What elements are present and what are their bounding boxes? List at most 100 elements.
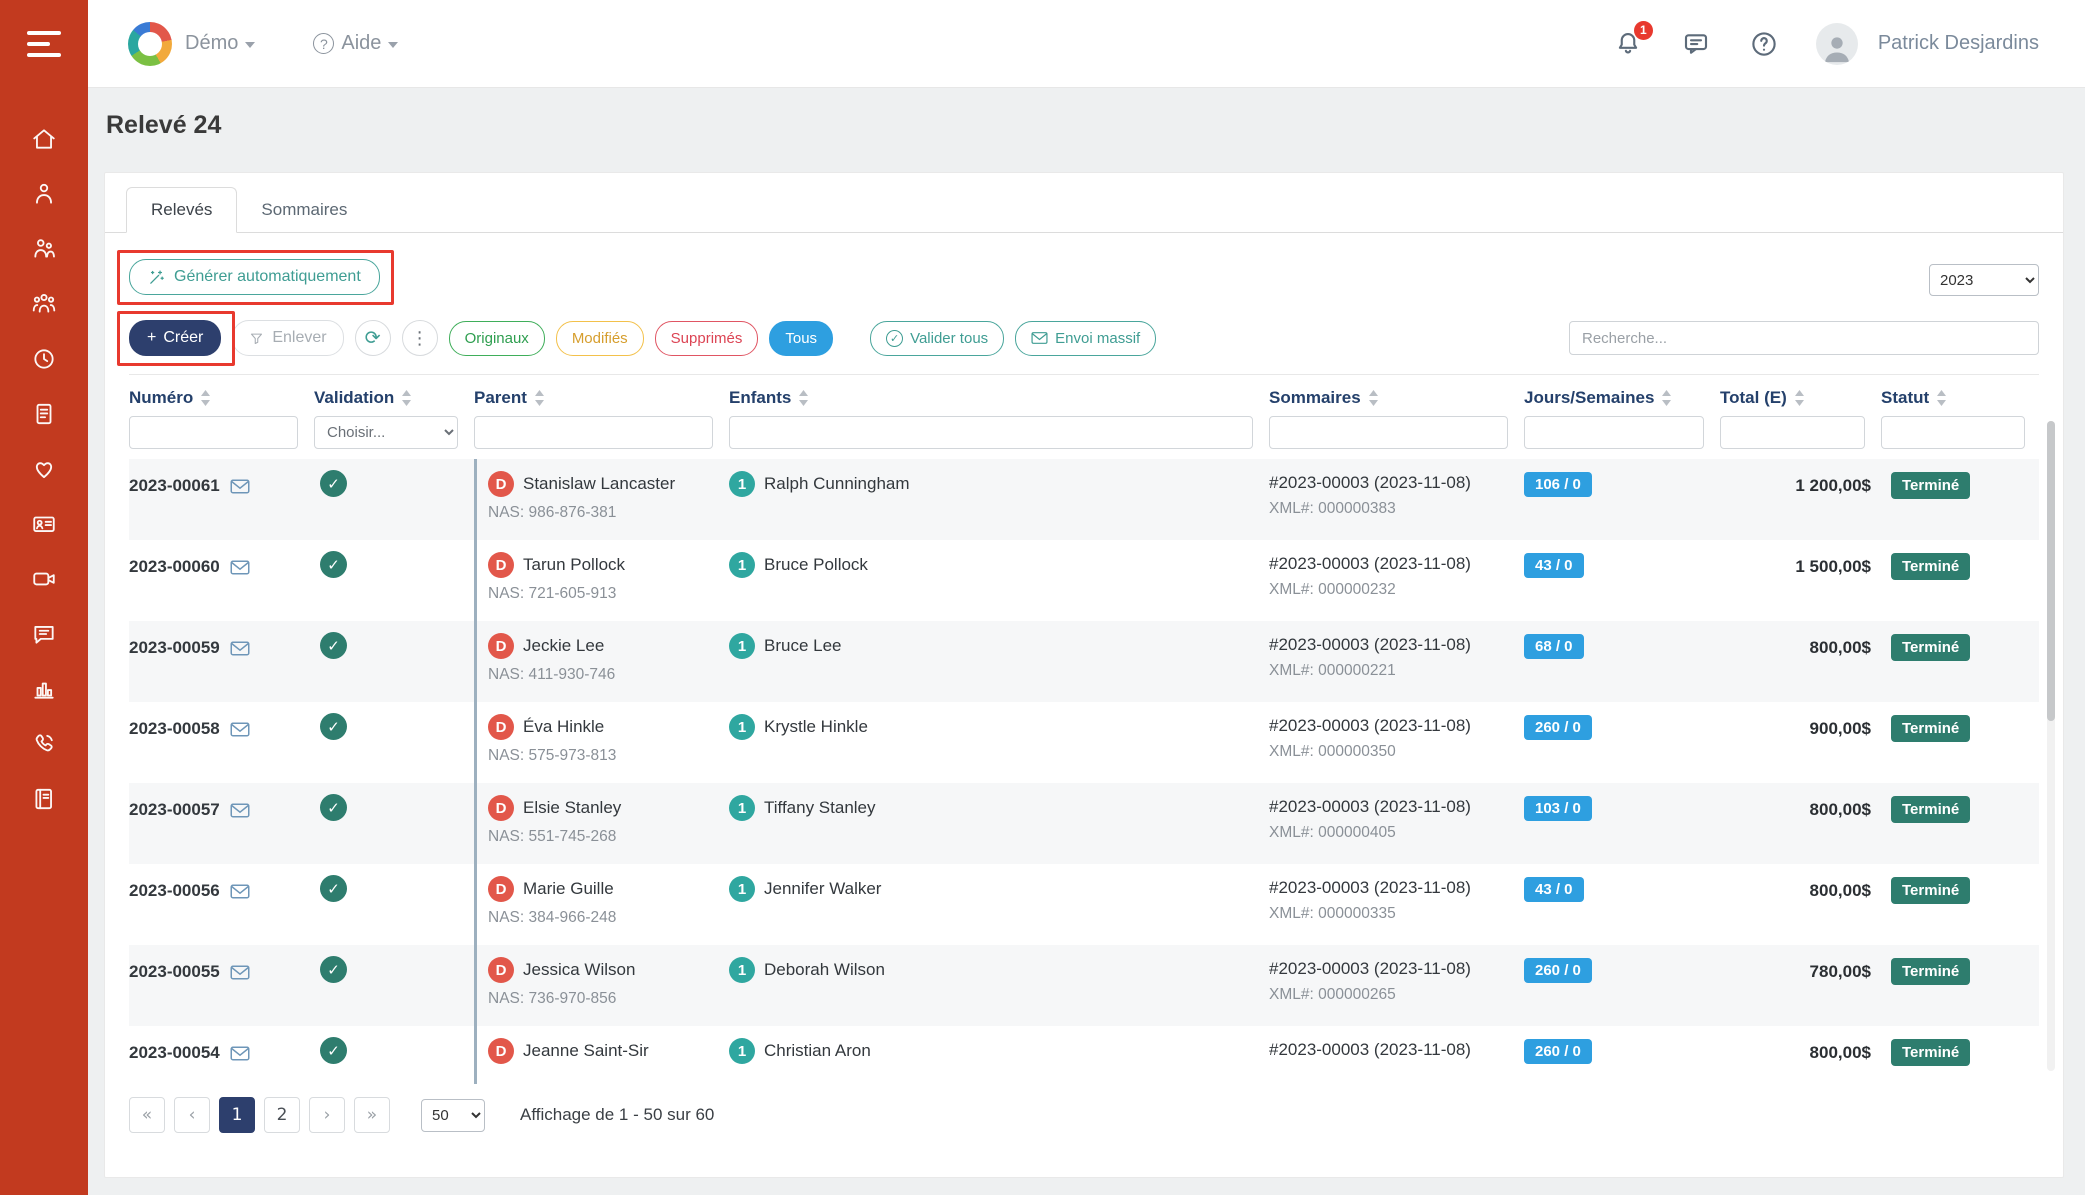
table-row[interactable]: 2023-00058 ✓ D Éva Hinkle NAS: 575-973-8… xyxy=(129,702,2039,783)
envelope-icon[interactable] xyxy=(230,803,250,818)
releve-number[interactable]: 2023-00054 xyxy=(129,1043,220,1063)
column-header-statut[interactable]: Statut xyxy=(1881,388,2041,408)
validate-all-button[interactable]: ✓ Valider tous xyxy=(870,321,1004,356)
user-avatar[interactable] xyxy=(1816,23,1858,65)
sort-icon[interactable] xyxy=(1368,390,1379,406)
sommaire-ref[interactable]: #2023-00003 (2023-11-08) xyxy=(1269,959,1514,979)
parent-badge[interactable]: D xyxy=(488,552,514,578)
releve-number[interactable]: 2023-00060 xyxy=(129,557,220,577)
parent-badge[interactable]: D xyxy=(488,876,514,902)
releve-number[interactable]: 2023-00058 xyxy=(129,719,220,739)
notifications-button[interactable]: 1 xyxy=(1612,28,1644,60)
sidebar-item-statistics[interactable] xyxy=(31,676,57,702)
table-row[interactable]: 2023-00057 ✓ D Elsie Stanley NAS: 551-74… xyxy=(129,783,2039,864)
releve-number[interactable]: 2023-00057 xyxy=(129,800,220,820)
child-badge[interactable]: 1 xyxy=(729,471,755,497)
sidebar-item-cards[interactable] xyxy=(31,511,57,537)
sidebar-item-parents[interactable] xyxy=(31,236,57,262)
filter-supprimes[interactable]: Supprimés xyxy=(655,321,759,356)
page-next-button[interactable]: › xyxy=(309,1097,345,1133)
sidebar-item-video[interactable] xyxy=(31,566,57,592)
year-select[interactable]: 2023 xyxy=(1929,264,2039,296)
scrollbar-thumb[interactable] xyxy=(2047,421,2055,721)
filter-modifies[interactable]: Modifiés xyxy=(556,321,644,356)
page-1-button[interactable]: 1 xyxy=(219,1097,255,1133)
filter-validation-select[interactable]: Choisir... xyxy=(314,416,458,449)
child-badge[interactable]: 1 xyxy=(729,1038,755,1064)
envelope-icon[interactable] xyxy=(230,884,250,899)
table-row[interactable]: 2023-00054 ✓ D Jeanne Saint-Sir 1 Christ… xyxy=(129,1026,2039,1084)
parent-badge[interactable]: D xyxy=(488,1038,514,1064)
sommaire-ref[interactable]: #2023-00003 (2023-11-08) xyxy=(1269,554,1514,574)
filter-statut-input[interactable] xyxy=(1881,416,2025,449)
sidebar-item-documents[interactable] xyxy=(31,401,57,427)
parent-name[interactable]: Éva Hinkle xyxy=(523,717,604,737)
help-button[interactable] xyxy=(1748,28,1780,60)
parent-badge[interactable]: D xyxy=(488,471,514,497)
filter-tous[interactable]: Tous xyxy=(769,321,833,356)
sommaire-ref[interactable]: #2023-00003 (2023-11-08) xyxy=(1269,797,1514,817)
parent-badge[interactable]: D xyxy=(488,957,514,983)
generate-auto-button[interactable]: Générer automatiquement xyxy=(129,259,380,295)
refresh-button[interactable]: ⟳ xyxy=(355,320,391,356)
validated-check-icon[interactable]: ✓ xyxy=(320,632,347,659)
filter-sommaires-input[interactable] xyxy=(1269,416,1508,449)
filter-numero-input[interactable] xyxy=(129,416,298,449)
validated-check-icon[interactable]: ✓ xyxy=(320,794,347,821)
sort-icon[interactable] xyxy=(534,390,545,406)
validated-check-icon[interactable]: ✓ xyxy=(320,875,347,902)
tab-releves[interactable]: Relevés xyxy=(126,187,237,233)
page-last-button[interactable]: » xyxy=(354,1097,390,1133)
filter-jours-input[interactable] xyxy=(1524,416,1704,449)
child-badge[interactable]: 1 xyxy=(729,714,755,740)
envelope-icon[interactable] xyxy=(230,560,250,575)
releve-number[interactable]: 2023-00055 xyxy=(129,962,220,982)
child-name[interactable]: Bruce Pollock xyxy=(764,555,868,575)
sort-icon[interactable] xyxy=(1794,390,1805,406)
sidebar-item-home[interactable] xyxy=(31,126,57,152)
parent-name[interactable]: Tarun Pollock xyxy=(523,555,625,575)
create-button[interactable]: + Créer xyxy=(129,320,221,356)
envelope-icon[interactable] xyxy=(230,479,250,494)
sort-icon[interactable] xyxy=(1936,390,1947,406)
sidebar-item-health[interactable] xyxy=(31,456,57,482)
validated-check-icon[interactable]: ✓ xyxy=(320,551,347,578)
sidebar-item-phone[interactable] xyxy=(31,731,57,757)
child-name[interactable]: Tiffany Stanley xyxy=(764,798,876,818)
sort-icon[interactable] xyxy=(1661,390,1672,406)
filter-originaux[interactable]: Originaux xyxy=(449,321,545,356)
parent-name[interactable]: Jessica Wilson xyxy=(523,960,635,980)
child-name[interactable]: Bruce Lee xyxy=(764,636,842,656)
user-name[interactable]: Patrick Desjardins xyxy=(1878,32,2039,55)
page-size-select[interactable]: 50 xyxy=(421,1099,485,1132)
remove-button[interactable]: Enlever xyxy=(232,320,343,356)
child-name[interactable]: Christian Aron xyxy=(764,1041,871,1061)
validated-check-icon[interactable]: ✓ xyxy=(320,956,347,983)
sidebar-item-messages[interactable] xyxy=(31,621,57,647)
child-badge[interactable]: 1 xyxy=(729,795,755,821)
sidebar-item-schedule[interactable] xyxy=(31,346,57,372)
validated-check-icon[interactable]: ✓ xyxy=(320,470,347,497)
child-badge[interactable]: 1 xyxy=(729,552,755,578)
tab-sommaires[interactable]: Sommaires xyxy=(237,188,371,232)
filter-parent-input[interactable] xyxy=(474,416,713,449)
table-row[interactable]: 2023-00061 ✓ D Stanislaw Lancaster NAS: … xyxy=(129,459,2039,540)
page-2-button[interactable]: 2 xyxy=(264,1097,300,1133)
more-options-button[interactable]: ⋮ xyxy=(402,320,438,356)
menu-toggle-button[interactable] xyxy=(0,0,88,88)
app-logo[interactable] xyxy=(128,22,172,66)
validated-check-icon[interactable]: ✓ xyxy=(320,1037,347,1064)
filter-enfants-input[interactable] xyxy=(729,416,1253,449)
table-row[interactable]: 2023-00059 ✓ D Jeckie Lee NAS: 411-930-7… xyxy=(129,621,2039,702)
envelope-icon[interactable] xyxy=(230,965,250,980)
sommaire-ref[interactable]: #2023-00003 (2023-11-08) xyxy=(1269,716,1514,736)
table-row[interactable]: 2023-00055 ✓ D Jessica Wilson NAS: 736-9… xyxy=(129,945,2039,1026)
sidebar-item-groups[interactable] xyxy=(31,291,57,317)
column-header-validation[interactable]: Validation xyxy=(314,388,474,408)
column-header-numero[interactable]: Numéro xyxy=(129,388,314,408)
parent-name[interactable]: Elsie Stanley xyxy=(523,798,621,818)
column-header-enfants[interactable]: Enfants xyxy=(729,388,1269,408)
parent-name[interactable]: Stanislaw Lancaster xyxy=(523,474,675,494)
sommaire-ref[interactable]: #2023-00003 (2023-11-08) xyxy=(1269,1040,1514,1060)
child-badge[interactable]: 1 xyxy=(729,957,755,983)
